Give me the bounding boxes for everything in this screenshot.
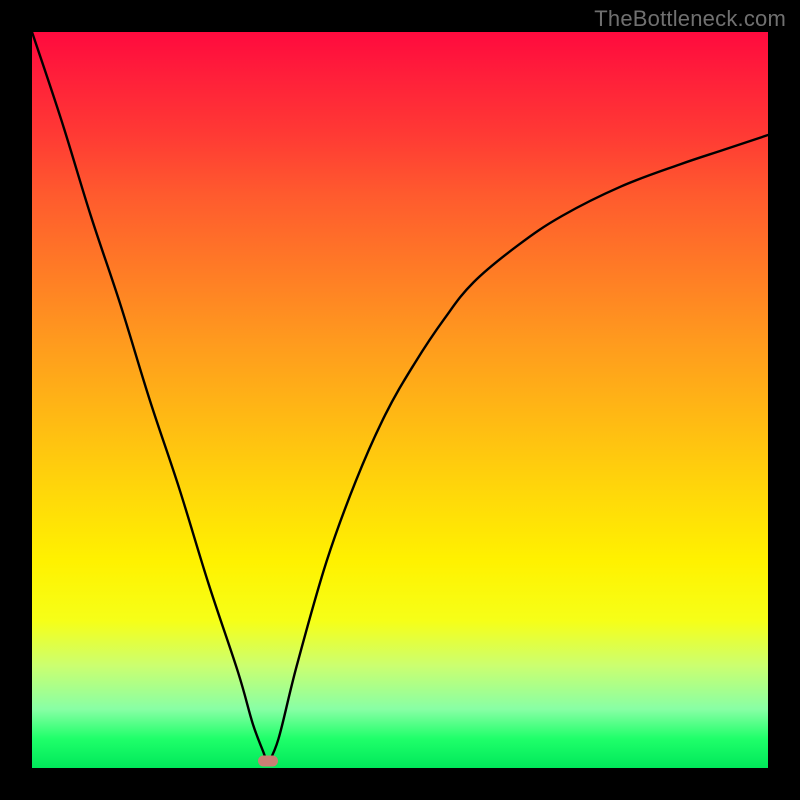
plot-area <box>32 32 768 768</box>
optimum-marker <box>258 755 278 766</box>
chart-frame: TheBottleneck.com <box>0 0 800 800</box>
right-branch-path <box>268 135 768 764</box>
watermark-text: TheBottleneck.com <box>594 6 786 32</box>
left-branch-path <box>32 32 268 764</box>
bottleneck-curve <box>32 32 768 768</box>
